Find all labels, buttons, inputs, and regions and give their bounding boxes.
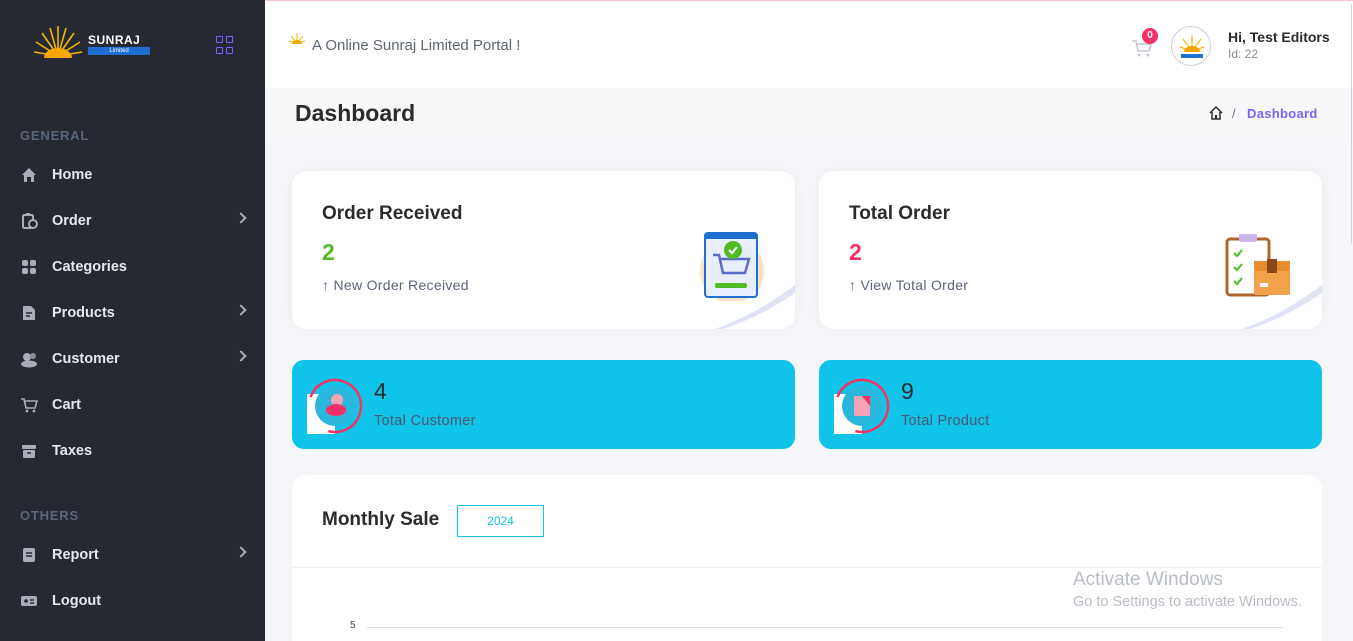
sidebar-item-label: Customer — [52, 351, 120, 367]
user-id: Id: 22 — [1228, 47, 1259, 61]
logo-area: SUNRAJ Limited — [0, 0, 265, 88]
toggle-grid-icon[interactable] — [216, 36, 234, 54]
chevron-right-icon — [235, 304, 247, 316]
portal-logo-icon — [288, 33, 306, 44]
sidebar-item-home[interactable]: Home — [0, 157, 265, 193]
order-icon — [20, 212, 38, 230]
card-value: 2 — [322, 239, 335, 265]
breadcrumb-home-icon[interactable] — [1208, 105, 1224, 121]
section-title-others: OTHERS — [20, 508, 79, 523]
cart-count-badge: 0 — [1142, 28, 1158, 44]
card-value: 2 — [849, 239, 862, 265]
breadcrumb-separator: / — [1232, 106, 1236, 121]
sidebar-item-label: Home — [52, 167, 93, 183]
card-subtext-link[interactable]: ↑ New Order Received — [322, 277, 469, 293]
activate-windows-title: Activate Windows — [1073, 569, 1223, 590]
sidebar-item-categories[interactable]: Categories — [0, 249, 265, 285]
categories-icon — [20, 258, 38, 276]
product-stat-icon — [834, 378, 890, 434]
sunraj-logo-icon[interactable] — [30, 26, 86, 62]
divider — [292, 567, 1322, 568]
sidebar-item-order[interactable]: Order — [0, 203, 265, 239]
card-corner-decoration — [715, 285, 795, 329]
logo-subtext: Limited — [88, 47, 150, 55]
sidebar: SUNRAJ Limited GENERAL Home Order Catego… — [0, 0, 265, 641]
customer-stat-icon — [307, 378, 363, 434]
chart-gridline — [367, 627, 1283, 628]
section-title-general: GENERAL — [20, 128, 90, 143]
total-product-stat[interactable]: 9 Total Product — [819, 360, 1322, 449]
card-corner-decoration — [1242, 285, 1322, 329]
chevron-right-icon — [235, 546, 247, 558]
logout-icon — [20, 592, 38, 610]
header: A Online Sunraj Limited Portal ! 0 Hi, T… — [265, 4, 1353, 88]
products-icon — [20, 304, 38, 322]
breadcrumb-current: Dashboard — [1247, 106, 1318, 121]
sidebar-item-label: Report — [52, 547, 99, 563]
activate-windows-subtitle: Go to Settings to activate Windows. — [1073, 594, 1302, 610]
total-customer-stat[interactable]: 4 Total Customer — [292, 360, 795, 449]
card-title: Order Received — [322, 203, 463, 224]
sidebar-item-cart[interactable]: Cart — [0, 387, 265, 423]
sidebar-item-label: Order — [52, 213, 92, 229]
home-icon — [20, 166, 38, 184]
sidebar-item-customer[interactable]: Customer — [0, 341, 265, 377]
scrollbar-edge — [1351, 4, 1352, 244]
sidebar-item-label: Products — [52, 305, 115, 321]
portal-welcome-text: A Online Sunraj Limited Portal ! — [312, 37, 521, 54]
chevron-right-icon — [235, 350, 247, 362]
taxes-icon — [20, 442, 38, 460]
avatar[interactable] — [1171, 26, 1211, 66]
order-received-card[interactable]: Order Received 2 ↑ New Order Received — [292, 171, 795, 329]
logo-text: SUNRAJ — [88, 33, 141, 47]
page-title-bar: Dashboard / Dashboard — [265, 88, 1353, 143]
stat-label: Total Product — [901, 413, 990, 429]
report-icon — [20, 546, 38, 564]
stat-label: Total Customer — [374, 413, 476, 429]
cart-icon — [20, 396, 38, 414]
sidebar-item-label: Taxes — [52, 443, 93, 459]
monthly-sale-card: Monthly Sale 2024 5 — [292, 475, 1322, 641]
stat-value: 9 — [901, 378, 914, 404]
sidebar-item-label: Logout — [52, 593, 102, 609]
user-greeting[interactable]: Hi, Test Editors — [1228, 29, 1330, 45]
sidebar-item-taxes[interactable]: Taxes — [0, 433, 265, 469]
y-axis-tick: 5 — [350, 620, 356, 631]
sidebar-item-label: Categories — [52, 259, 127, 275]
stat-value: 4 — [374, 378, 387, 404]
customer-icon — [20, 350, 38, 368]
page-title: Dashboard — [295, 100, 416, 126]
year-select-button[interactable]: 2024 — [457, 505, 544, 537]
sidebar-item-label: Cart — [52, 397, 82, 413]
sidebar-item-products[interactable]: Products — [0, 295, 265, 331]
total-order-card[interactable]: Total Order 2 ↑ View Total Order — [819, 171, 1322, 329]
chevron-right-icon — [235, 212, 247, 224]
sidebar-item-report[interactable]: Report — [0, 537, 265, 573]
sidebar-item-logout[interactable]: Logout — [0, 583, 265, 619]
card-subtext-link[interactable]: ↑ View Total Order — [849, 277, 968, 293]
monthly-sale-title: Monthly Sale — [322, 509, 440, 530]
card-title: Total Order — [849, 203, 950, 224]
